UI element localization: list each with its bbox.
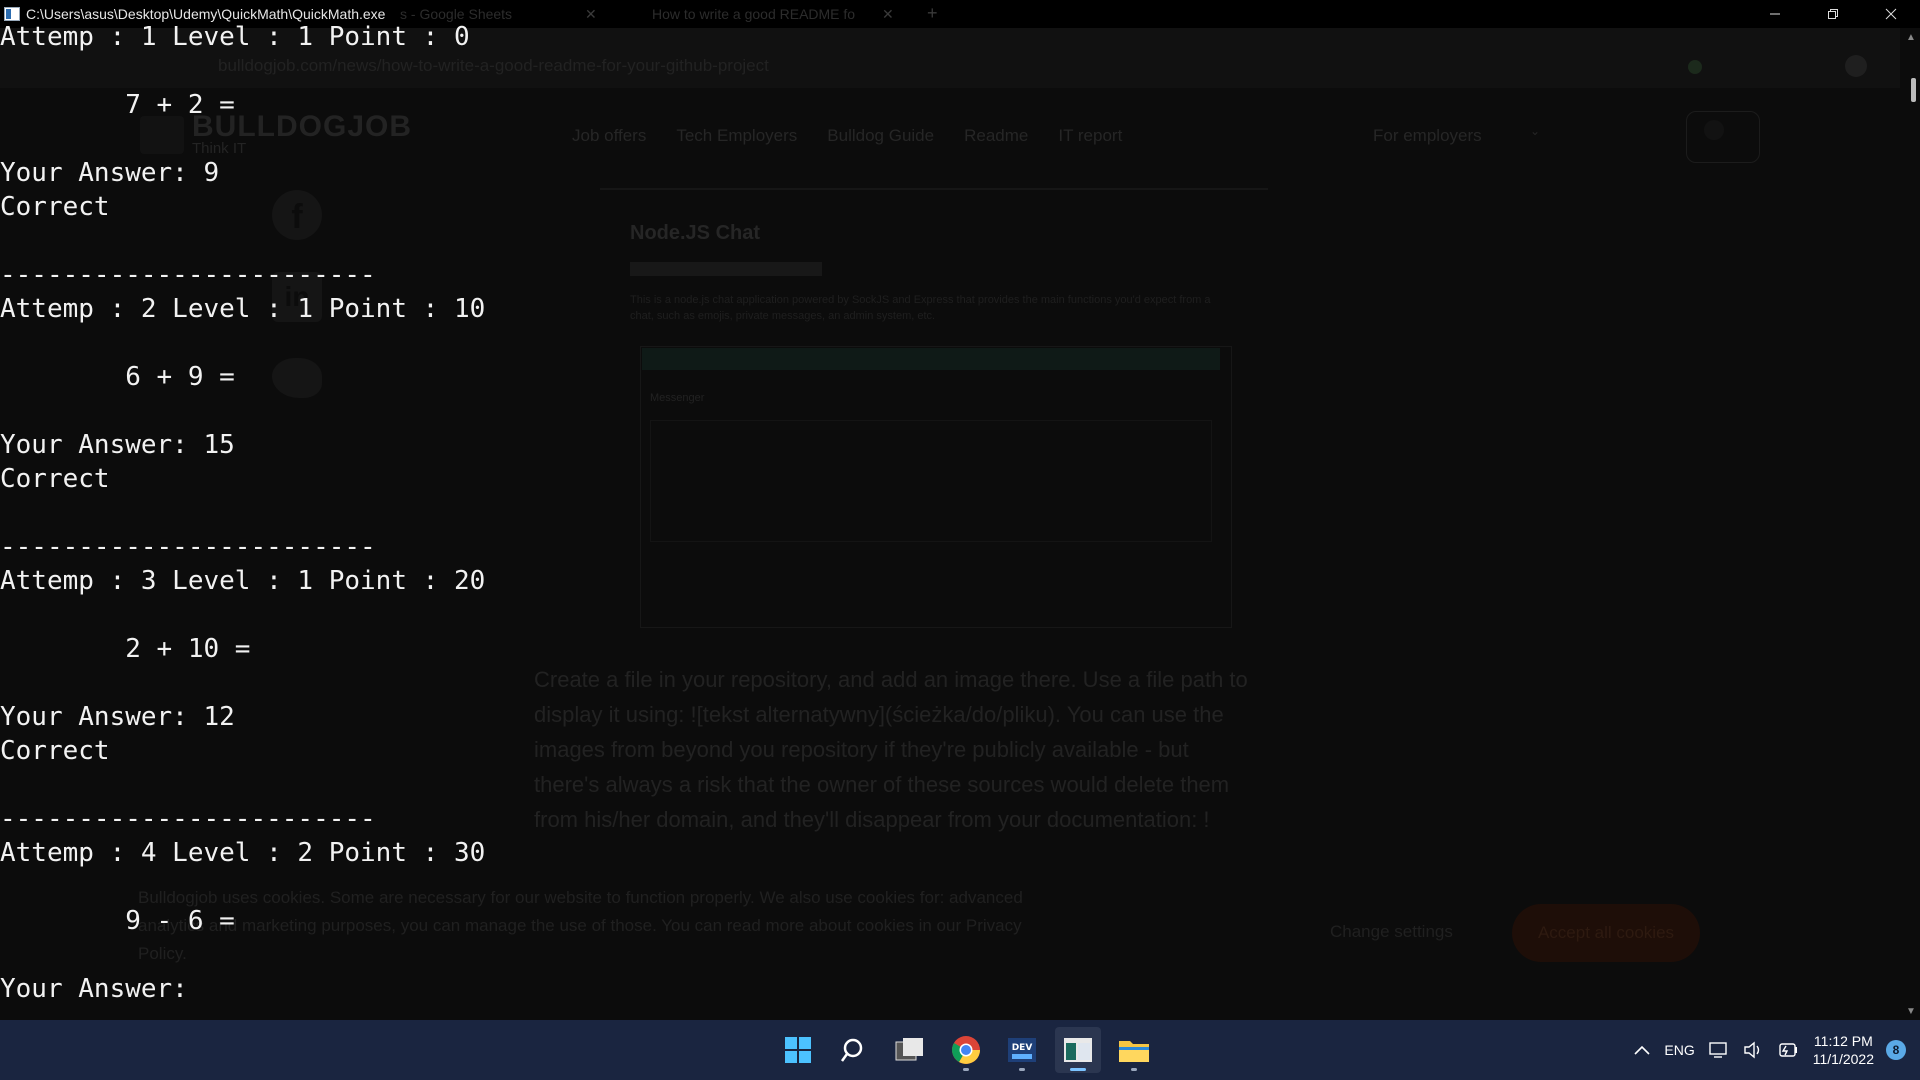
ghost-tab-close-icon: ✕ [585,6,597,22]
taskbar-visual-studio[interactable]: DEV [999,1027,1045,1073]
running-indicator [963,1068,969,1071]
restore-icon [1828,9,1838,19]
console-line: ------------------------ [0,260,376,290]
folder-icon [1119,1041,1149,1062]
scroll-down-icon[interactable]: ▼ [1906,1006,1916,1017]
close-button[interactable] [1862,0,1920,28]
windows-icon [785,1037,811,1063]
console-line: 6 + 9 = [0,362,235,392]
taskbar: DEV ENG 11:12 PM 11/1/2022 8 [0,1020,1920,1080]
task-view-icon [895,1038,923,1061]
chevron-up-icon [1634,1045,1650,1055]
restore-button[interactable] [1804,0,1862,28]
minimize-button[interactable] [1746,0,1804,28]
taskbar-file-explorer[interactable] [1111,1027,1157,1073]
console-line: Your Answer: 15 [0,430,235,460]
volume-icon[interactable] [1743,1041,1763,1059]
console-line: Your Answer: 12 [0,702,235,732]
system-tray: ENG 11:12 PM 11/1/2022 8 [1634,1020,1920,1080]
console-line: Attemp : 2 Level : 1 Point : 10 [0,294,486,324]
console-line: ------------------------ [0,532,376,562]
console-line: Correct [0,736,110,766]
language-indicator[interactable]: ENG [1664,1042,1694,1058]
scroll-up-icon[interactable]: ▲ [1906,32,1916,43]
running-indicator [1019,1068,1025,1071]
network-icon[interactable] [1709,1041,1729,1059]
console-line: 2 + 10 = [0,634,251,664]
show-hidden-icons-button[interactable] [1634,1045,1650,1055]
running-indicator [1131,1068,1137,1071]
console-line: Your Answer: 9 [0,158,220,188]
ghost-tab-close-icon-2: ✕ [882,6,894,22]
console-line: Attemp : 4 Level : 2 Point : 30 [0,838,486,868]
console-line: ------------------------ [0,804,376,834]
task-view-button[interactable] [887,1027,933,1073]
clock[interactable]: 11:12 PM 11/1/2022 [1813,1032,1874,1068]
console-app-icon [4,7,20,21]
console-line: Attemp : 1 Level : 1 Point : 0 [0,22,470,52]
search-button[interactable] [831,1027,877,1073]
notification-badge[interactable]: 8 [1886,1040,1906,1060]
console-line: 9 - 6 = [0,906,235,936]
dev-app-icon: DEV [1008,1038,1036,1062]
console-line: Your Answer: [0,974,188,1004]
taskbar-chrome[interactable] [943,1027,989,1073]
window-controls [1746,0,1920,28]
search-icon [840,1038,863,1062]
running-indicator [1070,1068,1086,1071]
console-scrollbar[interactable]: ▲ ▼ [1900,28,1920,1020]
console-line: 7 + 2 = [0,90,235,120]
clock-date: 11/1/2022 [1812,1051,1874,1067]
clock-time: 11:12 PM [1813,1033,1873,1049]
close-icon [1885,8,1897,20]
ghost-tab-readme: How to write a good README fo [652,6,856,22]
console-line: Attemp : 3 Level : 1 Point : 20 [0,566,486,596]
console-line: Correct [0,192,110,222]
svg-text:DEV: DEV [1012,1043,1033,1053]
start-button[interactable] [775,1027,821,1073]
scrollbar-thumb[interactable] [1911,78,1916,102]
console-output[interactable]: Attemp : 1 Level : 1 Point : 0 7 + 2 = Y… [0,22,1900,1020]
battery-icon[interactable] [1777,1042,1799,1058]
chrome-icon [952,1036,980,1064]
console-line: Correct [0,464,110,494]
console-window-icon [1064,1038,1092,1062]
ghost-new-tab-icon: + [927,3,938,23]
taskbar-console[interactable] [1055,1027,1101,1073]
minimize-icon [1770,13,1780,15]
taskbar-apps: DEV [775,1020,1157,1080]
